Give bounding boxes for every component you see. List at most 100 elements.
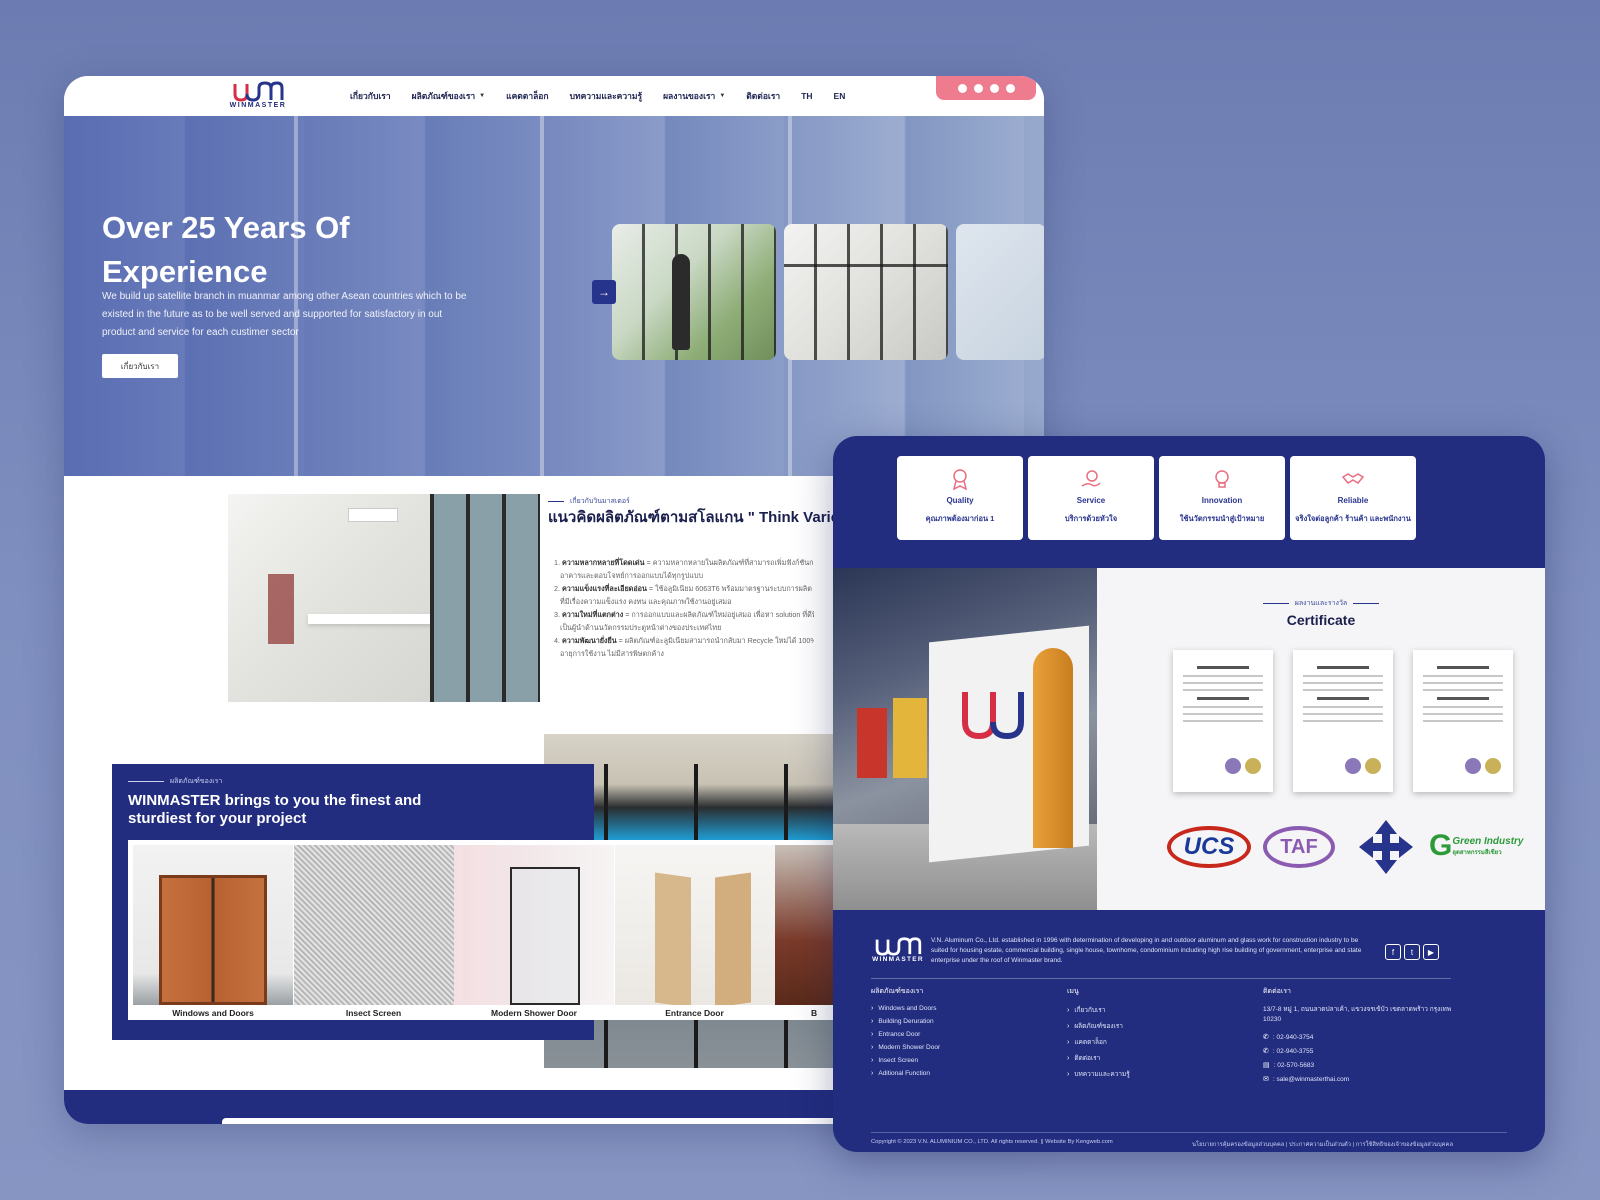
service-hand-icon [1081, 470, 1101, 487]
doc-line [1183, 689, 1263, 691]
nav-about[interactable]: เกี่ยวกับเรา [350, 89, 391, 103]
phone-icon: ✆ [1263, 1048, 1269, 1055]
tag-line [1353, 602, 1380, 604]
product-image [293, 845, 454, 1005]
nav-label: แคตตาล็อก [506, 91, 549, 101]
tag-text: ผลงานและรางวัล [1294, 600, 1348, 607]
list-item: ที่มีเรื่องความแข็งแรง คงทน และคุณภาพใช้… [554, 595, 814, 608]
certificate-title: Certificate [1286, 612, 1356, 628]
footer-link[interactable]: › ผลิตภัณฑ์ของเรา [1067, 1021, 1130, 1031]
product-image [133, 845, 293, 1005]
pinterest-icon[interactable] [1005, 83, 1015, 93]
product-label: Insect Screen [345, 1008, 402, 1018]
winmaster-logo[interactable]: WINMASTER [228, 80, 288, 114]
item-text: = ใช้อลูมิเนียม 6063T6 พร้อมมาตรฐานระบบก… [646, 584, 812, 593]
nav-label: ติดต่อเรา [746, 91, 781, 101]
certificate-document[interactable] [1293, 650, 1393, 792]
contact-fax[interactable]: ▤: 02-570-5683 [1263, 1061, 1453, 1070]
feature-title: Innovation [1201, 496, 1243, 505]
photo-detail [857, 708, 887, 778]
person-silhouette [672, 254, 690, 350]
lang-en[interactable]: EN [834, 91, 846, 101]
photo-detail [1033, 648, 1073, 848]
footer-link[interactable]: › แคตตาล็อก [1067, 1037, 1130, 1047]
youtube-icon[interactable] [989, 83, 999, 93]
privacy-policy-links[interactable]: นโยบายการคุ้มครองข้อมูลส่วนบุคคล | ประกา… [1192, 1139, 1453, 1149]
nav-portfolio[interactable]: ผลงานของเรา ▼ [663, 89, 725, 103]
product-card-insect-screen[interactable]: Insect Screen [293, 845, 454, 1020]
nav-articles[interactable]: บทความและความรู้ [570, 89, 643, 103]
nav-catalog[interactable]: แคตตาล็อก [506, 89, 548, 103]
footer-strip-highlight [222, 1118, 842, 1124]
chevron-right-icon: › [1067, 1038, 1070, 1046]
hero-about-button[interactable]: เกี่ยวกับเรา [102, 354, 178, 378]
link-text: Entrance Door [878, 1031, 921, 1038]
footer-link[interactable]: › Modern Shower Door [871, 1044, 940, 1051]
product-card-windows-doors[interactable]: Windows and Doors [133, 845, 293, 1020]
slide-image-2[interactable] [784, 224, 948, 360]
facebook-icon[interactable]: f [1385, 944, 1401, 960]
footer-link[interactable]: › Insect Screen [871, 1057, 940, 1064]
feature-title: Reliable [1337, 496, 1369, 505]
twitter-icon[interactable]: t [1404, 944, 1420, 960]
footer-link[interactable]: › Entrance Door [871, 1031, 940, 1038]
doc-line [1183, 706, 1263, 708]
chevron-right-icon: › [1067, 1022, 1070, 1030]
nav-label: TH [801, 91, 813, 101]
product-card-partial[interactable]: B [775, 845, 834, 1020]
footer-link[interactable]: › ติดต่อเรา [1067, 1053, 1130, 1063]
seal-icon [1225, 758, 1241, 774]
product-card-shower-door[interactable]: Modern Shower Door [454, 845, 614, 1020]
contact-email[interactable]: ✉: sale@winmasterthai.com [1263, 1075, 1453, 1084]
link-text: Aditional Function [878, 1070, 931, 1077]
youtube-icon[interactable]: ▶ [1423, 944, 1439, 960]
contact-phone[interactable]: ✆: 02-940-3754 [1263, 1033, 1453, 1042]
wm-wall-logo-icon [962, 692, 1024, 740]
product-label: B [811, 1008, 818, 1018]
item-text: = การออกแบบและผลิตภัณฑ์ใหม่อยู่เสมอ เพื่… [623, 610, 814, 619]
facebook-icon[interactable] [957, 83, 967, 93]
doc-line [1303, 689, 1383, 691]
feature-innovation: Innovation ใช้นวัตกรรมนำสู่เป้าหมาย [1159, 456, 1285, 540]
copyright-divider [871, 1132, 1507, 1133]
main-menu: เกี่ยวกับเรา ผลิตภัณฑ์ของเรา ▼ แคตตาล็อก … [350, 76, 866, 116]
certificate-document[interactable] [1413, 650, 1513, 792]
feature-subtitle: บริการด้วยหัวใจ [1064, 514, 1118, 523]
doc-line [1437, 666, 1489, 669]
footer-logo[interactable]: WINMASTER [871, 936, 925, 963]
nav-label: ผลิตภัณฑ์ของเรา [411, 91, 476, 101]
product-card-entrance-door[interactable]: Entrance Door [614, 845, 775, 1020]
products-title: WINMASTER brings to you the finest and s… [128, 792, 422, 827]
tag-line [128, 781, 164, 782]
certificate-document[interactable] [1173, 650, 1273, 792]
doc-line [1183, 682, 1263, 684]
slide-image-3[interactable] [956, 224, 1044, 360]
lang-th[interactable]: TH [801, 91, 812, 101]
caret-down-icon: ▼ [719, 93, 726, 99]
feature-service: Service บริการด้วยหัวใจ [1028, 456, 1154, 540]
instagram-icon[interactable] [973, 83, 983, 93]
footer-link[interactable]: › Windows and Doors [871, 1005, 940, 1012]
handshake-icon [1342, 473, 1364, 484]
hero-banner: Over 25 Years Of Experience We build up … [64, 116, 1044, 476]
footer-link[interactable]: › บทความและความรู้ [1067, 1069, 1130, 1079]
doc-line [1423, 675, 1503, 677]
seal-icon [1365, 758, 1381, 774]
footer-link[interactable]: › Building Deruration [871, 1018, 940, 1025]
item-text: = ผลิตภัณฑ์อะลูมิเนียมสามารถนำกลับมา Rec… [616, 636, 814, 645]
nav-contact[interactable]: ติดต่อเรา [746, 89, 780, 103]
chevron-right-icon: › [1067, 1054, 1070, 1062]
slider-next-arrow-icon[interactable]: → [592, 280, 616, 304]
contact-address: 13/7-8 หมู่ 1, ถนนลาดปลาเค้า, แขวงจรเข้บ… [1263, 1006, 1452, 1023]
contact-phone[interactable]: ✆: 02-940-3755 [1263, 1047, 1453, 1056]
philosophy-title: แนวคิดผลิตภัณฑ์ตามสโลแกน " Think Variety… [548, 509, 848, 526]
product-image [775, 845, 834, 1005]
footer-link[interactable]: › Aditional Function [871, 1070, 940, 1077]
link-text: ผลิตภัณฑ์ของเรา [1074, 1023, 1123, 1030]
nav-products[interactable]: ผลิตภัณฑ์ของเรา ▼ [412, 89, 486, 103]
copyright-text: Copyright © 2023 V.N. ALUMINIUM CO., LTD… [871, 1139, 1113, 1145]
slide-image-1[interactable] [612, 224, 776, 360]
product-label: Modern Shower Door [491, 1008, 577, 1018]
list-item: 2. ความแข็งแรงที่ละเอียดอ่อน = ใช้อลูมิเ… [554, 584, 812, 593]
footer-link[interactable]: › เกี่ยวกับเรา [1067, 1005, 1130, 1015]
